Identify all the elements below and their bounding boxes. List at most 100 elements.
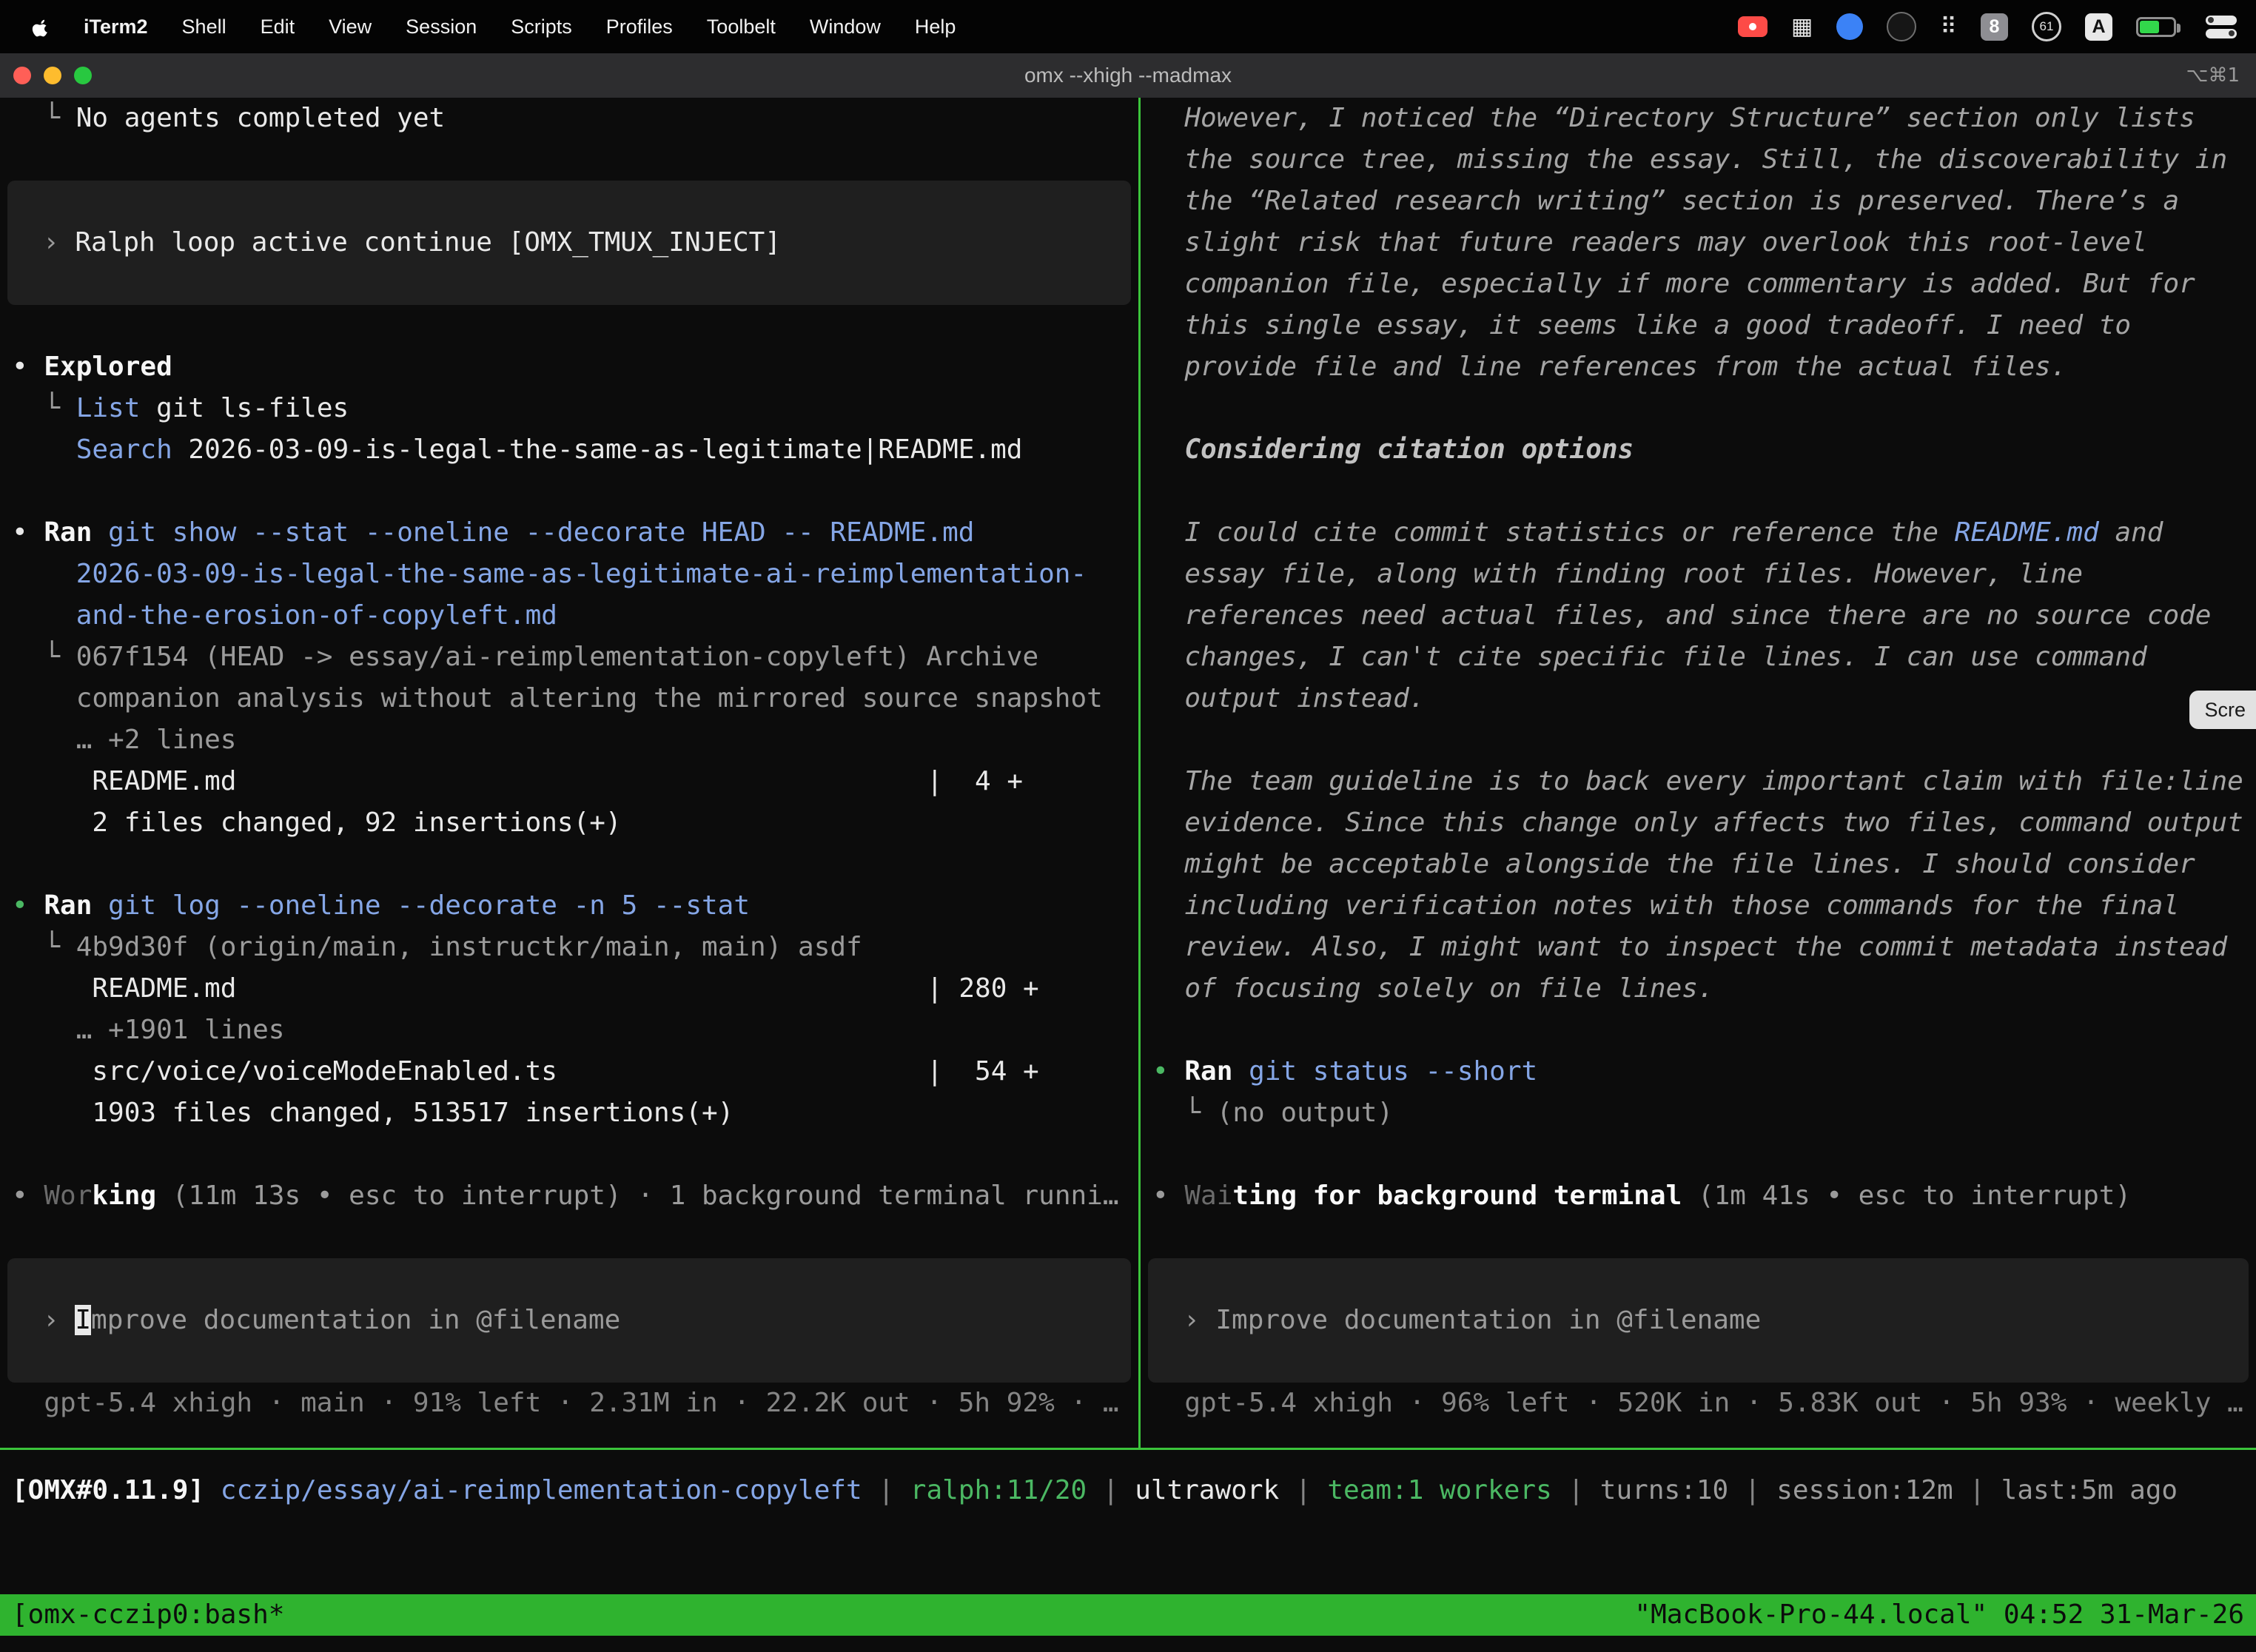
menu-help[interactable]: Help: [915, 16, 956, 38]
blank-line: [0, 471, 1138, 512]
menu-profiles[interactable]: Profiles: [606, 16, 673, 38]
window-title-bar[interactable]: omx --xhigh --madmax ⌥⌘1: [0, 53, 2256, 98]
prompt-input[interactable]: › Improve documentation in @filename: [1148, 1258, 2249, 1383]
terminal-line: … +2 lines: [0, 719, 1138, 761]
terminal-line: output instead.: [1141, 678, 2256, 719]
terminal-line: changes, I can't cite specific file line…: [1141, 637, 2256, 678]
menu-edit[interactable]: Edit: [261, 16, 295, 38]
menu-window[interactable]: Window: [810, 16, 881, 38]
window-traffic-lights: [13, 67, 92, 84]
window-title: omx --xhigh --madmax: [0, 64, 2256, 87]
terminal-line: the “Related research writing” section i…: [1141, 181, 2256, 222]
terminal-line: └ 067f154 (HEAD -> essay/ai-reimplementa…: [0, 637, 1138, 678]
waiting-status: • Waiting for background terminal (1m 41…: [1141, 1175, 2256, 1217]
terminal-line: However, I noticed the “Directory Struct…: [1141, 98, 2256, 139]
screen-recording-indicator-icon[interactable]: [1738, 16, 1767, 37]
blank-line: [1141, 388, 2256, 429]
blank-line: [1141, 1134, 2256, 1175]
keyboard-viewer-icon[interactable]: ▦: [1791, 16, 1813, 38]
ran-git-show: • Ran git show --stat --oneline --decora…: [0, 512, 1138, 554]
omx-status-line: [OMX#0.11.9] cczip/essay/ai-reimplementa…: [0, 1470, 2256, 1511]
menu-shell[interactable]: Shell: [182, 16, 226, 38]
terminal-line: companion analysis without altering the …: [0, 678, 1138, 719]
dark-app-status-icon[interactable]: [1887, 12, 1916, 41]
tmux-status-bar: [omx-cczip0:bash* "MacBook-Pro-44.local"…: [0, 1594, 2256, 1636]
working-status: • Working (11m 13s • esc to interrupt) ·…: [0, 1175, 1138, 1217]
blank-line: [1141, 1217, 2256, 1258]
tmux-pane-left[interactable]: └ No agents completed yet › Ralph loop ac…: [0, 98, 1138, 1448]
terminal-line: review. Also, I might want to inspect th…: [1141, 927, 2256, 968]
screen-sharing-overlay[interactable]: Scre: [2189, 691, 2256, 729]
menu-items: iTerm2 Shell Edit View Session Scripts Profile…: [84, 16, 956, 38]
terminal-line: └ (no output): [1141, 1092, 2256, 1134]
thinking-header: Considering citation options: [1141, 429, 2256, 471]
menu-bar-left: iTerm2 Shell Edit View Session Scripts Profile…: [0, 15, 956, 39]
diffstat-line: src/voice/voiceModeEnabled.ts| 54 +: [0, 1051, 1138, 1092]
blank-line: [0, 1134, 1138, 1175]
tmux-pane-right[interactable]: However, I noticed the “Directory Struct…: [1141, 98, 2256, 1448]
minimize-button[interactable]: [44, 67, 61, 84]
apple-menu-icon[interactable]: [30, 15, 50, 39]
terminal-line: provide file and line references from th…: [1141, 346, 2256, 388]
ralph-inject-banner: › Ralph loop active continue [OMX_TMUX_I…: [7, 181, 1131, 305]
zoom-button[interactable]: [74, 67, 92, 84]
terminal-line: references need actual files, and since …: [1141, 595, 2256, 637]
input-source-icon[interactable]: A: [2085, 13, 2112, 41]
terminal-line: slight risk that future readers may over…: [1141, 222, 2256, 263]
model-status-line: gpt-5.4 xhigh · main · 91% left · 2.31M …: [0, 1383, 1138, 1424]
blank-line: [1141, 1010, 2256, 1051]
control-center-icon[interactable]: [2206, 16, 2237, 38]
terminal-line: this single essay, it seems like a good …: [1141, 305, 2256, 346]
menu-view[interactable]: View: [329, 16, 372, 38]
terminal-line: companion file, especially if more comme…: [1141, 263, 2256, 305]
terminal-line: including verification notes with those …: [1141, 885, 2256, 927]
explored-header: • Explored: [0, 346, 1138, 388]
password-key-icon[interactable]: 8: [1981, 13, 2008, 41]
menu-scripts[interactable]: Scripts: [511, 16, 572, 38]
terminal-line: The team guideline is to back every impo…: [1141, 761, 2256, 802]
window-shortcut-hint: ⌥⌘1: [2186, 64, 2240, 87]
menu-toolbelt[interactable]: Toolbelt: [707, 16, 776, 38]
blank-line: [0, 139, 1138, 181]
diffstat-line: README.md| 280 +: [0, 968, 1138, 1010]
dots-grid-icon[interactable]: ⠿: [1940, 16, 1957, 38]
tmux-pane-divider-horizontal: [0, 1448, 2256, 1450]
blank-line: [1141, 719, 2256, 761]
ran-git-log: • Ran git log --oneline --decorate -n 5 …: [0, 885, 1138, 927]
terminal-line: the source tree, missing the essay. Stil…: [1141, 139, 2256, 181]
terminal-line: … +1901 lines: [0, 1010, 1138, 1051]
close-button[interactable]: [13, 67, 31, 84]
terminal-line: 1903 files changed, 513517 insertions(+): [0, 1092, 1138, 1134]
terminal-content: └ No agents completed yet › Ralph loop ac…: [0, 98, 2256, 1652]
blue-app-status-icon[interactable]: [1836, 13, 1863, 40]
blank-line: [1141, 471, 2256, 512]
menu-iterm2[interactable]: iTerm2: [84, 16, 148, 38]
battery-icon[interactable]: [2136, 17, 2182, 37]
blank-line: [0, 305, 1138, 346]
terminal-line: Search 2026-03-09-is-legal-the-same-as-l…: [0, 429, 1138, 471]
menu-bar-status-icons: ▦ ⠿ 8 61 A: [1738, 12, 2256, 41]
ran-git-status: • Ran git status --short: [1141, 1051, 2256, 1092]
terminal-line: I could cite commit statistics or refere…: [1141, 512, 2256, 554]
terminal-line: essay file, along with finding root file…: [1141, 554, 2256, 595]
terminal-line: 2 files changed, 92 insertions(+): [0, 802, 1138, 844]
terminal-line: └ List git ls-files: [0, 388, 1138, 429]
blank-line: [0, 1217, 1138, 1258]
tmux-host-clock: "MacBook-Pro-44.local" 04:52 31-Mar-26: [1634, 1594, 2244, 1636]
terminal-line: of focusing solely on file lines.: [1141, 968, 2256, 1010]
macos-menu-bar: iTerm2 Shell Edit View Session Scripts Profile…: [0, 0, 2256, 53]
terminal-line: 2026-03-09-is-legal-the-same-as-legitima…: [0, 554, 1138, 595]
tmux-session-window: [omx-cczip0:bash*: [12, 1594, 284, 1636]
model-status-line: gpt-5.4 xhigh · 96% left · 520K in · 5.8…: [1141, 1383, 2256, 1424]
diffstat-line: README.md| 4 +: [0, 761, 1138, 802]
blank-line: [0, 844, 1138, 885]
terminal-line: └ 4b9d30f (origin/main, instructkr/main,…: [0, 927, 1138, 968]
terminal-line: └ No agents completed yet: [0, 98, 1138, 139]
gauge-badge-icon[interactable]: 61: [2032, 12, 2061, 41]
terminal-line: might be acceptable alongside the file l…: [1141, 844, 2256, 885]
tmux-pane-divider-vertical: [1138, 98, 1141, 1448]
prompt-input[interactable]: › Improve documentation in @filename: [7, 1258, 1131, 1383]
menu-session[interactable]: Session: [406, 16, 477, 38]
terminal-line: evidence. Since this change only affects…: [1141, 802, 2256, 844]
terminal-line: and-the-erosion-of-copyleft.md: [0, 595, 1138, 637]
